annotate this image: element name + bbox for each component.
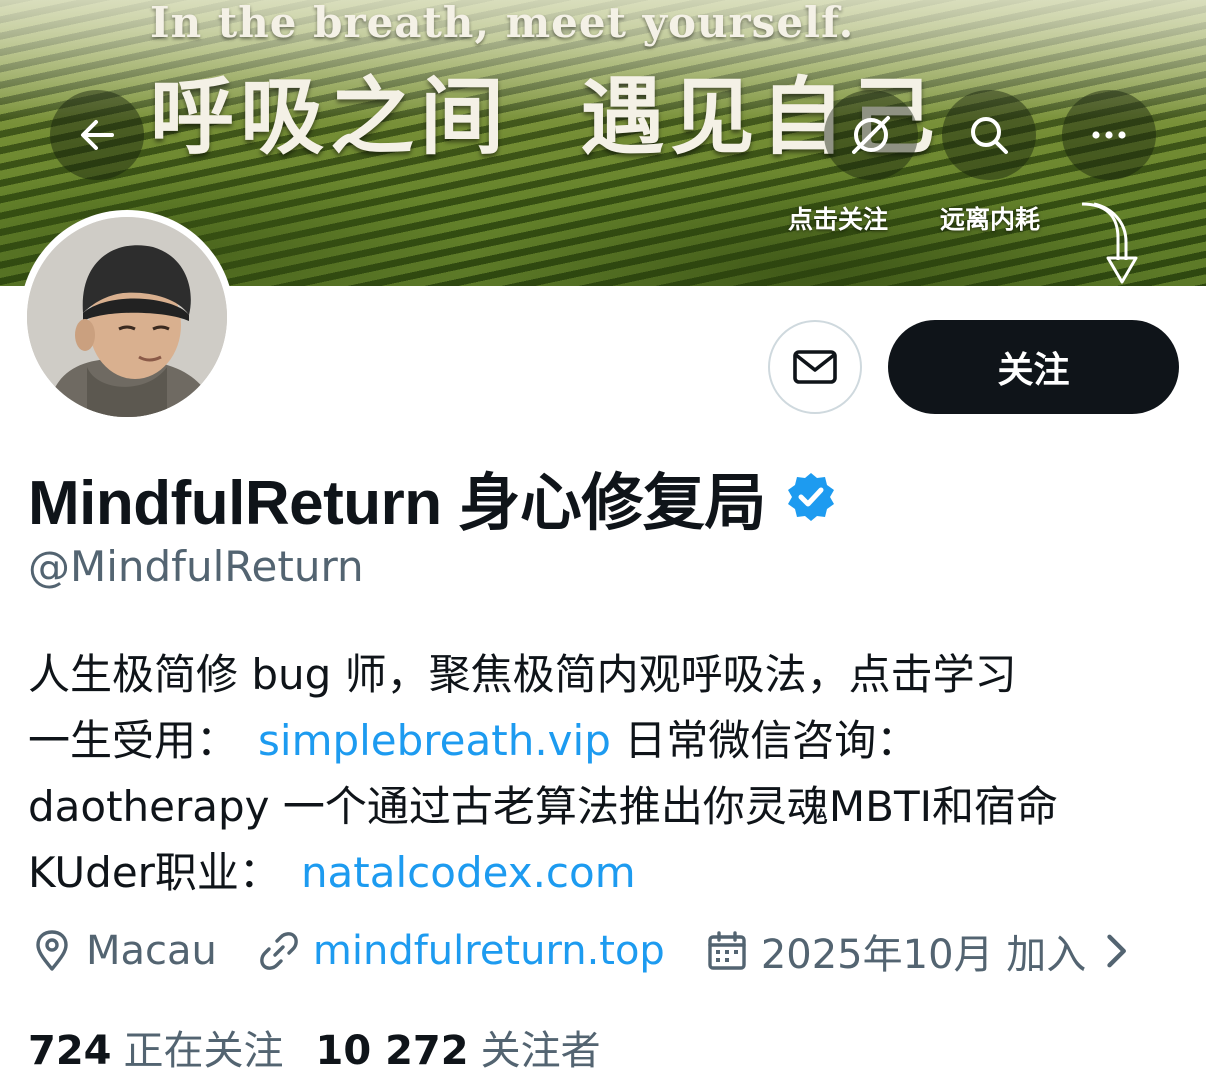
compass-icon (852, 116, 890, 154)
banner-arrow-down-icon (1081, 202, 1138, 284)
banner-tag-follow: 点击关注 (788, 205, 889, 234)
link-icon (260, 932, 298, 970)
calendar-icon (708, 931, 746, 970)
location-pin-icon (36, 930, 68, 971)
bio-line-4-text: KUder职业： (28, 848, 281, 897)
following-count[interactable]: 724 (28, 1028, 112, 1074)
chevron-right-icon (1107, 934, 1127, 968)
bio-link-simplebreath[interactable]: simplebreath.vip (258, 716, 611, 765)
more-icon (1092, 131, 1126, 139)
more-options-button[interactable] (1062, 90, 1156, 180)
search-button[interactable] (942, 90, 1036, 180)
handle: @MindfulReturn (28, 542, 364, 591)
follow-button[interactable]: 关注 (888, 320, 1179, 414)
bio-line-2: 一生受用： simplebreath.vip 日常微信咨询： (28, 708, 1188, 774)
explore-button[interactable] (824, 90, 918, 180)
bio-link-natalcodex[interactable]: natalcodex.com (301, 848, 636, 897)
bio-line-2-after: 日常微信咨询： (610, 716, 919, 765)
bio-line-2-text: 一生受用： (28, 716, 239, 765)
location-text: Macau (86, 928, 217, 974)
join-date[interactable]: 2025年10月 加入 (705, 922, 1150, 980)
follow-stats: 724 正在关注 10 272 关注者 (28, 1018, 633, 1076)
banner-title-en: In the breath, meet yourself. (150, 0, 855, 47)
profile-meta: Macau mindfulreturn.top 2025年10月 加入 (30, 922, 1190, 980)
verified-badge-icon[interactable] (784, 470, 838, 524)
back-button[interactable] (50, 90, 144, 180)
banner-tag-no-drain: 远离内耗 (940, 205, 1041, 234)
following-label[interactable]: 正在关注 (124, 1018, 284, 1076)
bio: 人生极简修 bug 师，聚焦极简内观呼吸法，点击学习 一生受用： simplebr… (28, 642, 1188, 906)
message-button[interactable] (768, 320, 862, 414)
avatar-portrait (27, 217, 227, 417)
avatar[interactable] (20, 210, 234, 424)
website-link[interactable]: mindfulreturn.top (313, 928, 665, 974)
followers-count[interactable]: 10 272 (316, 1028, 469, 1074)
location: Macau (30, 928, 217, 974)
envelope-icon (793, 350, 837, 384)
followers-label[interactable]: 关注者 (481, 1018, 601, 1076)
avatar-image (27, 217, 227, 417)
bio-line-1: 人生极简修 bug 师，聚焦极简内观呼吸法，点击学习 (28, 650, 1017, 699)
display-name: MindfulReturn 身心修复局 (28, 469, 766, 538)
search-icon (971, 117, 1008, 154)
arrow-left-icon (81, 120, 114, 150)
bio-line-4: KUder职业： natalcodex.com (28, 840, 1188, 906)
join-date-text: 2025年10月 加入 (760, 932, 1087, 978)
name-row: MindfulReturn 身心修复局 (28, 452, 838, 542)
bio-line-3: daotherapy 一个通过古老算法推出你灵魂MBTI和宿命 (28, 782, 1058, 831)
website[interactable]: mindfulreturn.top (257, 928, 665, 974)
